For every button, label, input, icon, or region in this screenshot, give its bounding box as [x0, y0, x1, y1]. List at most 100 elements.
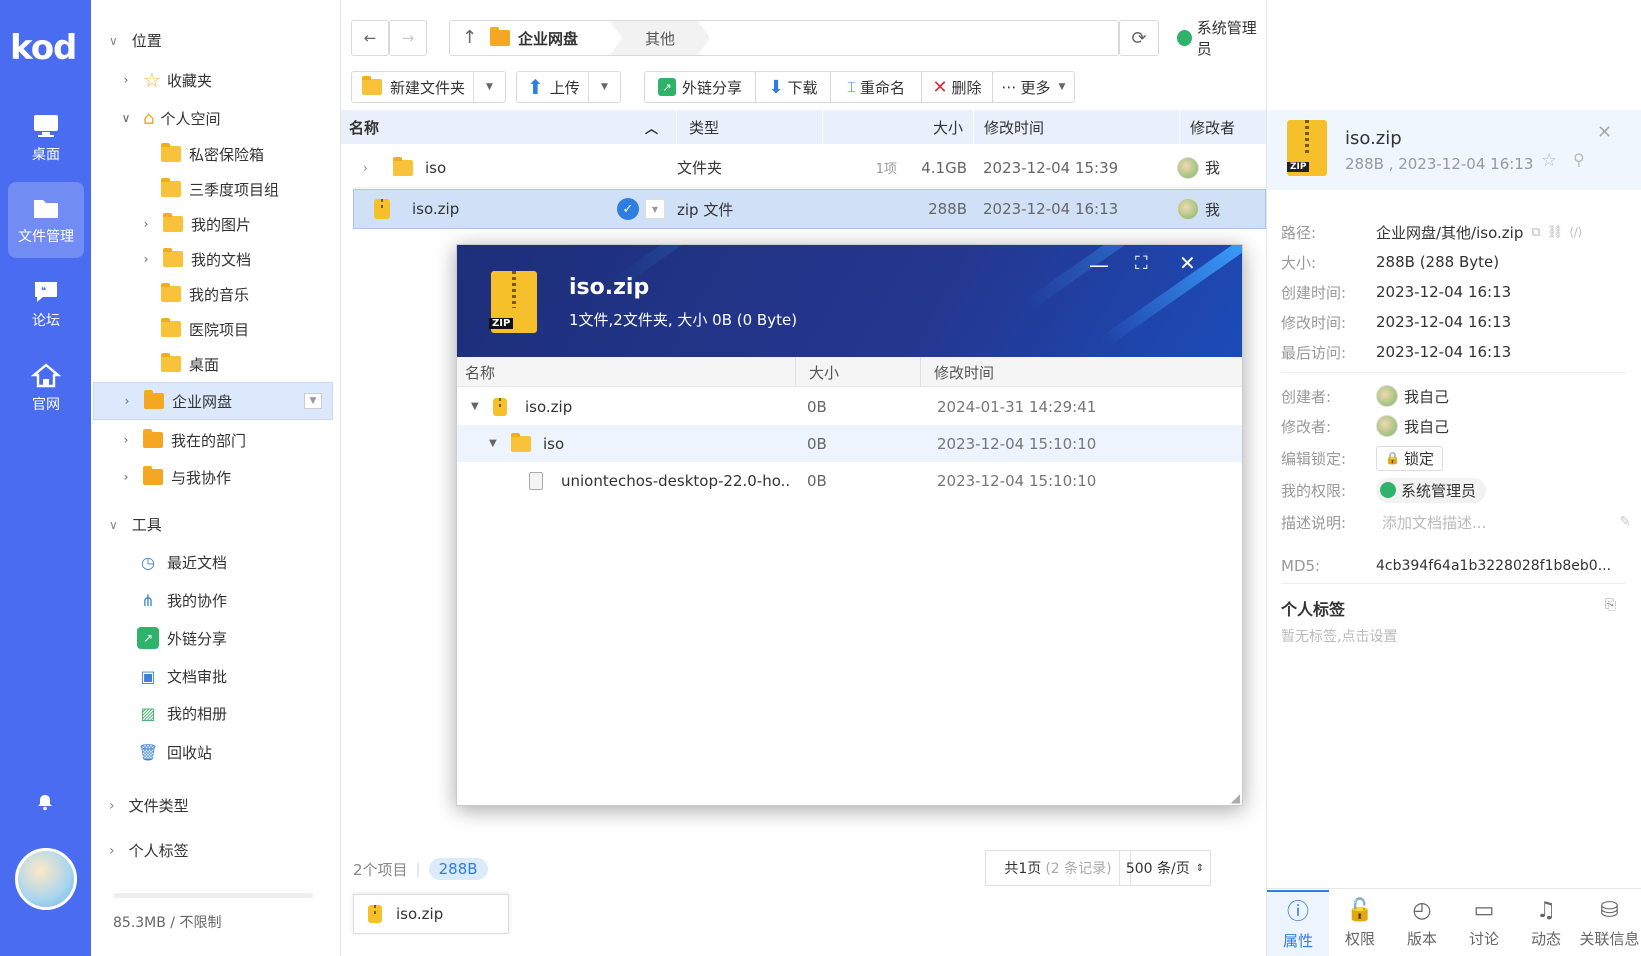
maximize-icon[interactable]: ⛶	[1135, 253, 1148, 274]
link-share-button[interactable]: ↗ 外链分享	[644, 71, 756, 103]
table-row[interactable]: › iso 文件夹 1项 4.1GB 2023-12-04 15:39 我	[353, 148, 1266, 188]
chevron-down-icon[interactable]: ▼	[588, 72, 620, 102]
copy-icon[interactable]: ⧉	[1531, 225, 1540, 240]
tool-album[interactable]: ▨ 我的相册	[137, 697, 227, 729]
more-button[interactable]: ⋯ 更多 ▼	[992, 71, 1075, 103]
tree-item-music[interactable]: 我的音乐	[161, 278, 249, 310]
rail-item-homepage[interactable]: 官网	[8, 350, 84, 426]
pin-icon[interactable]: ⚲	[1573, 150, 1585, 169]
tree-item-enterprise-disk[interactable]: › 企业网盘 ▼	[93, 382, 333, 420]
rail-item-file-manager[interactable]: 文件管理	[8, 182, 84, 258]
zip-badge: ZIP	[1287, 162, 1310, 172]
tab-versions[interactable]: ◴ 版本	[1391, 890, 1453, 956]
row-modifier: 我	[1205, 159, 1221, 177]
info-modifier: 修改者: 我自己	[1281, 414, 1631, 438]
path-link[interactable]: 企业网盘/其他/iso.zip	[1376, 222, 1523, 243]
download-button[interactable]: ⬇ 下载	[755, 71, 831, 103]
header-label: 名称	[349, 118, 380, 137]
tool-recycle-bin[interactable]: 🗑 回收站	[137, 736, 212, 768]
tool-my-collab[interactable]: ⋔ 我的协作	[137, 584, 227, 616]
tree-item-q3-project[interactable]: 三季度项目组	[161, 173, 279, 205]
tree-section-location[interactable]: ∨ 位置	[109, 30, 162, 51]
description-input[interactable]: 添加文档描述...	[1376, 512, 1619, 533]
column-header-mtime[interactable]: 修改时间	[974, 110, 1179, 144]
tree-item-favorites[interactable]: › ☆ 收藏夹	[119, 64, 212, 96]
bookmark-icon[interactable]: ⎘	[1605, 597, 1616, 613]
rail-item-desktop[interactable]: 桌面	[8, 100, 84, 176]
tree-item-vault[interactable]: 私密保险箱	[161, 138, 264, 170]
chevron-right-icon: ›	[123, 433, 129, 447]
refresh-button[interactable]: ⟳	[1119, 20, 1159, 56]
column-header-size[interactable]: 大小	[823, 110, 973, 144]
user-badge[interactable]: 系统管理员	[1177, 19, 1266, 58]
per-page-select[interactable]: 500 条/页 ⇕	[1119, 850, 1211, 886]
resize-grip-icon[interactable]: ◢	[1231, 791, 1240, 805]
close-icon[interactable]: ✕	[1179, 251, 1196, 275]
tags-empty[interactable]: 暂无标签,点击设置	[1281, 626, 1397, 646]
tool-link-share[interactable]: ↗ 外链分享	[137, 622, 227, 654]
star-icon[interactable]: ☆	[1541, 150, 1557, 171]
tree-row[interactable]: uniontechos-desktop-22.0-ho... 0B 2023-1…	[457, 462, 1242, 499]
tree-item-pictures[interactable]: › 我的图片	[139, 208, 251, 240]
tree-section-file-types[interactable]: › 文件类型	[109, 795, 189, 816]
tree-item-collab[interactable]: › 与我协作	[119, 461, 231, 493]
tool-doc-approval[interactable]: ▣ 文档审批	[137, 660, 227, 692]
taskbar-item[interactable]: iso.zip	[353, 894, 509, 934]
tree-item-personal-space[interactable]: ∨ ⌂ 个人空间	[119, 102, 221, 134]
check-icon[interactable]: ✓	[617, 198, 639, 220]
up-icon[interactable]: ↑	[462, 27, 477, 48]
chevron-right-icon[interactable]: ›	[363, 161, 385, 175]
zip-badge: ZIP	[489, 318, 514, 329]
desktop-icon	[34, 115, 58, 137]
tab-discussion[interactable]: ▭ 讨论	[1453, 890, 1515, 956]
column-header-modifier[interactable]: 修改者	[1180, 110, 1266, 144]
tree-item-documents[interactable]: › 我的文档	[139, 243, 251, 275]
upload-icon: ⬆	[527, 75, 544, 99]
delete-button[interactable]: ✕ 删除	[921, 71, 993, 103]
caret-down-icon[interactable]: ▼	[489, 438, 497, 449]
tree-section-tags[interactable]: › 个人标签	[109, 840, 189, 861]
column-header-name[interactable]: 名称 ︿	[341, 110, 676, 144]
rename-button[interactable]: ⌶ 重命名	[830, 71, 922, 103]
tab-properties[interactable]: ⓘ 属性	[1267, 890, 1329, 956]
tree-label: 我的协作	[167, 591, 228, 610]
header-label[interactable]: 名称	[465, 362, 495, 383]
bell-icon[interactable]	[36, 793, 54, 811]
edit-pencil-icon[interactable]: ✎	[1619, 514, 1631, 530]
code-icon[interactable]: ⟨/⟩	[1569, 225, 1582, 239]
caret-down-icon[interactable]: ▼	[471, 401, 479, 412]
user-avatar[interactable]	[15, 848, 77, 910]
tree-row[interactable]: ▼ iso.zip 0B 2024-01-31 14:29:41	[457, 388, 1242, 425]
tab-activity[interactable]: ♫ 动态	[1515, 890, 1577, 956]
rail-item-forum[interactable]: ❝ 论坛	[8, 266, 84, 342]
tree-item-my-dept[interactable]: › 我在的部门	[119, 424, 246, 456]
minimize-icon[interactable]: —	[1089, 253, 1109, 277]
tab-related[interactable]: ⛁ 关联信息	[1577, 890, 1641, 956]
upload-button[interactable]: ⬆ 上传 ▼	[516, 71, 621, 103]
forward-button[interactable]: →	[389, 20, 427, 56]
chevron-down-icon[interactable]: ▼	[645, 199, 665, 219]
header-label[interactable]: 修改时间	[934, 362, 994, 383]
lock-button[interactable]: 🔒 锁定	[1376, 445, 1443, 471]
tree-item-hospital[interactable]: 医院项目	[161, 313, 249, 345]
folder-shared-icon	[490, 27, 510, 46]
close-icon[interactable]: ✕	[1597, 122, 1612, 143]
chevron-down-icon[interactable]: ▼	[473, 72, 505, 102]
header-label[interactable]: 大小	[809, 362, 839, 383]
tree-section-tools[interactable]: ∨ 工具	[109, 514, 162, 535]
breadcrumb-item-other[interactable]: 其他	[610, 21, 710, 55]
tab-permissions[interactable]: 🔓 权限	[1329, 890, 1391, 956]
new-folder-button[interactable]: 新建文件夹 ▼	[351, 71, 506, 103]
dropdown-icon[interactable]: ▼	[304, 393, 322, 409]
app-logo[interactable]: kod	[10, 28, 77, 68]
link-icon[interactable]: ⛓	[1547, 225, 1564, 240]
tree-item-desktop[interactable]: 桌面	[161, 348, 219, 380]
row-modifier: 我	[1205, 200, 1221, 219]
tool-recent-docs[interactable]: ◷ 最近文档	[137, 546, 227, 578]
back-button[interactable]: ←	[351, 20, 389, 56]
home-icon: ⌂	[143, 107, 155, 129]
column-header-type[interactable]: 类型	[677, 110, 822, 144]
table-row[interactable]: iso.zip ✓ ▼ zip 文件 288B 2023-12-04 16:13…	[353, 189, 1266, 229]
tree-row[interactable]: ▼ iso 0B 2023-12-04 15:10:10	[457, 425, 1242, 462]
breadcrumb-item-enterprise[interactable]: 企业网盘	[490, 21, 578, 55]
